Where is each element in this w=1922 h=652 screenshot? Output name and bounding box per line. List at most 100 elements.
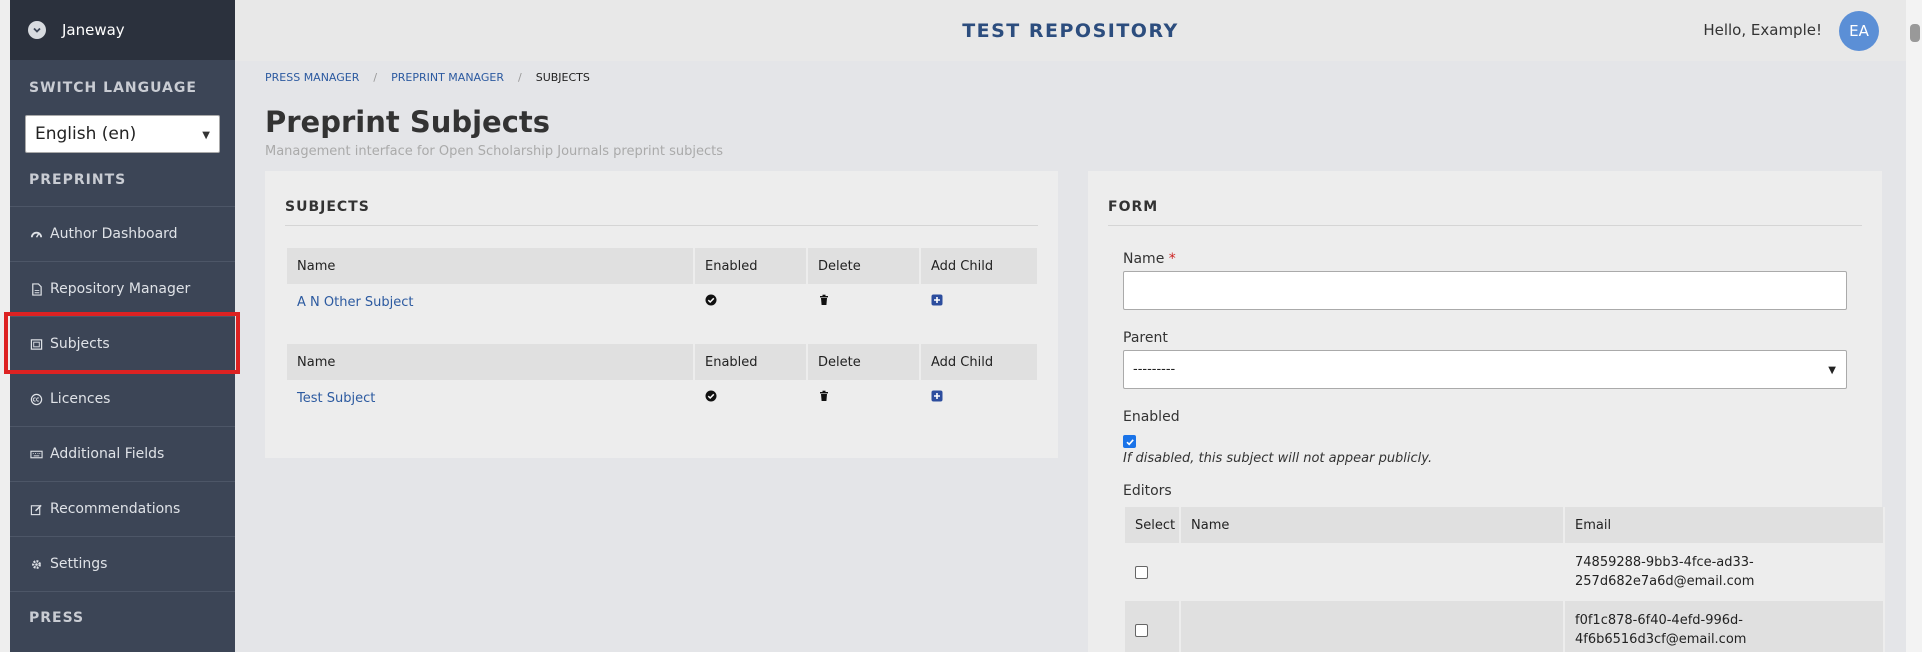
sidebar-item-additional-fields[interactable]: Additional Fields bbox=[10, 426, 235, 481]
table-header: Name Enabled Delete Add Child bbox=[287, 344, 1039, 380]
editor-email-line: 257d682e7a6d@email.com bbox=[1575, 574, 1755, 589]
breadcrumb-subjects: SUBJECTS bbox=[535, 71, 590, 84]
sidebar-item-label: Author Dashboard bbox=[50, 226, 178, 242]
subject-link[interactable]: Test Subject bbox=[287, 391, 695, 406]
table-row: 74859288-9bb3-4fce-ad33- 257d682e7a6d@em… bbox=[1125, 543, 1885, 601]
preprints-title: PREPRINTS bbox=[29, 172, 127, 188]
column-header-enabled: Enabled bbox=[695, 248, 808, 284]
caret-down-icon: ▼ bbox=[202, 130, 210, 141]
sidebar-item-author-dashboard[interactable]: Author Dashboard bbox=[10, 206, 235, 261]
switch-language-title: SWITCH LANGUAGE bbox=[29, 80, 197, 96]
scrollbar[interactable] bbox=[1906, 0, 1922, 652]
column-header-name: Name bbox=[287, 248, 695, 284]
enabled-checkbox[interactable] bbox=[1123, 435, 1136, 448]
repository-title[interactable]: TEST REPOSITORY bbox=[235, 20, 1906, 42]
check-circle-icon bbox=[695, 390, 808, 406]
trash-icon[interactable] bbox=[808, 294, 921, 310]
form-panel: FORM Name * Parent --------- ▼ Enabled I… bbox=[1088, 171, 1885, 652]
editors-label: Editors bbox=[1123, 483, 1172, 499]
breadcrumb-press-manager[interactable]: PRESS MANAGER bbox=[265, 71, 359, 84]
page-title: Preprint Subjects bbox=[265, 105, 551, 139]
subjects-panel-title: SUBJECTS bbox=[285, 199, 370, 215]
editor-checkbox[interactable] bbox=[1135, 565, 1148, 579]
table-row: Test Subject bbox=[287, 380, 1039, 416]
breadcrumb-separator: / bbox=[373, 71, 378, 84]
file-icon bbox=[29, 282, 43, 296]
column-header-name: Name bbox=[1181, 507, 1565, 543]
check-circle-icon bbox=[695, 294, 808, 310]
required-mark: * bbox=[1168, 251, 1176, 267]
subjects-table: Name Enabled Delete Add Child Test Subje… bbox=[287, 344, 1039, 416]
column-header-add-child: Add Child bbox=[921, 344, 1039, 380]
column-header-delete: Delete bbox=[808, 248, 921, 284]
trash-icon[interactable] bbox=[808, 390, 921, 406]
name-label: Name * bbox=[1123, 251, 1176, 267]
parent-label: Parent bbox=[1123, 330, 1168, 346]
gear-icon bbox=[29, 557, 43, 571]
table-row: A N Other Subject bbox=[287, 284, 1039, 320]
column-header-select: Select bbox=[1125, 507, 1181, 543]
name-input[interactable] bbox=[1123, 271, 1847, 310]
breadcrumb-preprint-manager[interactable]: PREPRINT MANAGER bbox=[391, 71, 504, 84]
top-bar: TEST REPOSITORY Hello, Example! EA bbox=[235, 0, 1906, 61]
editor-email-line: 4f6b6516d3cf@email.com bbox=[1575, 632, 1747, 647]
editor-email-line: 74859288-9bb3-4fce-ad33- bbox=[1575, 555, 1754, 570]
scrollbar-thumb[interactable] bbox=[1910, 24, 1920, 42]
cc-icon bbox=[29, 392, 43, 406]
plus-square-icon[interactable] bbox=[921, 390, 1039, 406]
plus-square-icon[interactable] bbox=[921, 294, 1039, 310]
edit-icon bbox=[29, 502, 43, 516]
editor-select-cell bbox=[1125, 601, 1181, 652]
form-panel-title: FORM bbox=[1108, 199, 1159, 215]
editor-email-line: f0f1c878-6f40-4efd-996d- bbox=[1575, 613, 1743, 628]
enabled-label: Enabled bbox=[1123, 409, 1180, 425]
sidebar-item-label: Additional Fields bbox=[50, 446, 165, 462]
table-header: Name Enabled Delete Add Child bbox=[287, 248, 1039, 284]
language-select[interactable]: English (en) ▼ bbox=[25, 115, 220, 153]
divider bbox=[285, 225, 1038, 226]
subject-link[interactable]: A N Other Subject bbox=[287, 295, 695, 310]
sidebar-item-licences[interactable]: Licences bbox=[10, 371, 235, 426]
selection-highlight bbox=[4, 312, 240, 374]
sidebar-item-label: Licences bbox=[50, 391, 111, 407]
sidebar-item-settings[interactable]: Settings bbox=[10, 536, 235, 591]
column-header-add-child: Add Child bbox=[921, 248, 1039, 284]
column-header-enabled: Enabled bbox=[695, 344, 808, 380]
press-title: PRESS bbox=[29, 610, 85, 626]
column-header-name: Name bbox=[287, 344, 695, 380]
caret-down-icon: ▼ bbox=[1828, 365, 1836, 376]
editor-email: 74859288-9bb3-4fce-ad33- 257d682e7a6d@em… bbox=[1565, 543, 1885, 601]
column-header-delete: Delete bbox=[808, 344, 921, 380]
editor-name bbox=[1181, 601, 1565, 652]
breadcrumb: PRESS MANAGER / PREPRINT MANAGER / SUBJE… bbox=[265, 71, 590, 84]
page-subtitle: Management interface for Open Scholarshi… bbox=[265, 144, 724, 159]
keyboard-icon bbox=[29, 447, 43, 461]
column-header-email: Email bbox=[1565, 507, 1885, 543]
sidebar-item-repository-manager[interactable]: Repository Manager bbox=[10, 261, 235, 316]
table-header: Select Name Email bbox=[1125, 507, 1885, 543]
name-label-text: Name bbox=[1123, 251, 1165, 267]
dashboard-icon bbox=[29, 227, 43, 241]
sidebar-item-label: Settings bbox=[50, 556, 108, 572]
sidebar-item-recommendations[interactable]: Recommendations bbox=[10, 481, 235, 536]
editors-table: Select Name Email 74859288-9bb3-4fce-ad3… bbox=[1125, 507, 1885, 652]
table-row: f0f1c878-6f40-4efd-996d- 4f6b6516d3cf@em… bbox=[1125, 601, 1885, 652]
editor-email: f0f1c878-6f40-4efd-996d- 4f6b6516d3cf@em… bbox=[1565, 601, 1885, 652]
parent-select-value: --------- bbox=[1133, 362, 1176, 377]
editor-checkbox[interactable] bbox=[1135, 623, 1148, 637]
breadcrumb-separator: / bbox=[518, 71, 522, 84]
enabled-help-text: If disabled, this subject will not appea… bbox=[1123, 451, 1433, 466]
avatar[interactable]: EA bbox=[1839, 11, 1879, 51]
brand[interactable]: Janeway bbox=[10, 0, 235, 60]
language-select-value: English (en) bbox=[35, 124, 137, 144]
editor-select-cell bbox=[1125, 543, 1181, 601]
subjects-panel: SUBJECTS Name Enabled Delete Add Child A… bbox=[265, 171, 1058, 458]
parent-select[interactable]: --------- ▼ bbox=[1123, 350, 1847, 389]
brand-name: Janeway bbox=[62, 21, 125, 39]
greeting: Hello, Example! bbox=[1703, 21, 1822, 39]
press-section: PRESS bbox=[10, 591, 235, 652]
subjects-table: Name Enabled Delete Add Child A N Other … bbox=[287, 248, 1039, 320]
chevron-down-icon bbox=[28, 21, 46, 39]
sidebar-item-label: Recommendations bbox=[50, 501, 181, 517]
editor-name bbox=[1181, 543, 1565, 601]
